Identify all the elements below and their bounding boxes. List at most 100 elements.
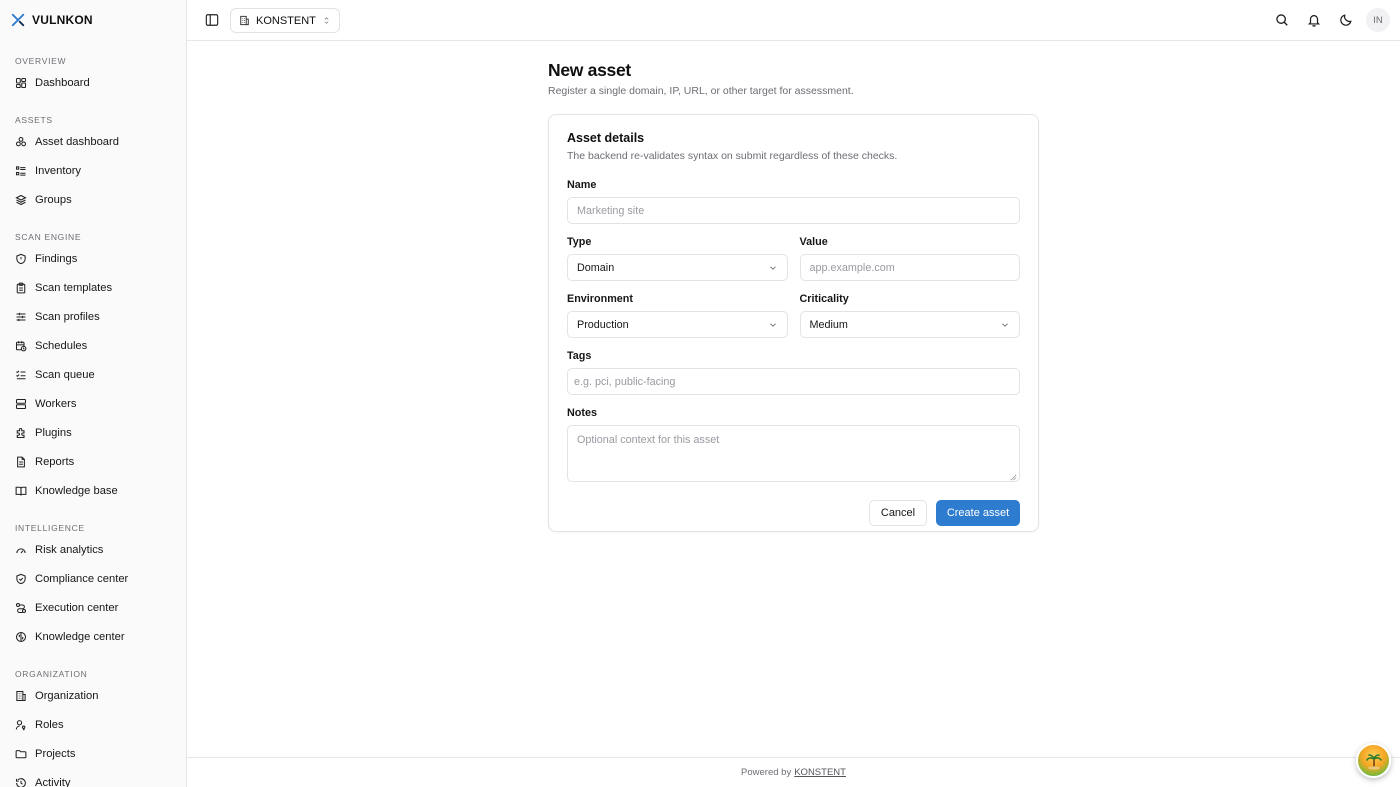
sidebar-item-plugins[interactable]: Plugins [7, 418, 179, 447]
user-key-icon [15, 719, 27, 731]
sidebar-item-label: Groups [35, 193, 72, 206]
criticality-select-value: Medium [809, 318, 848, 331]
puzzle-icon [15, 427, 27, 439]
sidebar-item-label: Findings [35, 252, 78, 265]
chevron-down-icon [768, 263, 778, 273]
theme-toggle-button[interactable] [1334, 8, 1358, 32]
card-description: The backend re-validates syntax on submi… [567, 150, 898, 162]
page-subtitle: Register a single domain, IP, URL, or ot… [548, 85, 854, 97]
user-avatar[interactable]: IN [1366, 8, 1390, 32]
sidebar-item-scan-profiles[interactable]: Scan profiles [7, 302, 179, 331]
notifications-button[interactable] [1302, 8, 1326, 32]
nav-section-overview: OVERVIEW Dashboard [0, 50, 186, 97]
notes-placeholder: Optional context for this asset [577, 434, 720, 446]
footer-prefix: Powered by [741, 767, 792, 778]
calendar-clock-icon [15, 340, 27, 352]
nav-section-assets: ASSETS Asset dashboard Inventory Groups [0, 109, 186, 214]
search-button[interactable] [1270, 8, 1294, 32]
server-icon [15, 398, 27, 410]
nav-section-scan-engine: SCAN ENGINE Findings Scan templates Scan… [0, 226, 186, 505]
sidebar-item-label: Scan templates [35, 281, 113, 294]
sidebar-item-label: Risk analytics [35, 543, 104, 556]
sidebar-item-dashboard[interactable]: Dashboard [7, 68, 179, 97]
section-title: OVERVIEW [15, 56, 67, 66]
tags-input[interactable]: e.g. pci, public-facing [567, 368, 1020, 395]
type-label: Type [567, 236, 592, 248]
section-title: INTELLIGENCE [15, 523, 85, 533]
sidebar-item-inventory[interactable]: Inventory [7, 156, 179, 185]
sidebar-item-projects[interactable]: Projects [7, 739, 179, 768]
type-select[interactable]: Domain [567, 254, 788, 281]
sidebar-item-label: Asset dashboard [35, 135, 119, 148]
sidebar-item-label: Compliance center [35, 572, 129, 585]
sidebar-item-label: Organization [35, 689, 99, 702]
value-input[interactable]: app.example.com [799, 254, 1020, 281]
sidebar-item-reports[interactable]: Reports [7, 447, 179, 476]
page-title: New asset [548, 60, 631, 80]
shield-icon [15, 253, 27, 265]
sidebar-item-activity[interactable]: Activity [7, 768, 179, 787]
sidebar-item-groups[interactable]: Groups [7, 185, 179, 214]
sliders-icon [15, 311, 27, 323]
chevron-down-icon [768, 320, 778, 330]
assistant-launcher-button[interactable] [1356, 743, 1391, 778]
moon-icon [1339, 13, 1353, 27]
top-actions: IN [1270, 8, 1390, 32]
main-content: New asset Register a single domain, IP, … [187, 41, 1400, 757]
shield-check-icon [15, 573, 27, 585]
nav-section-intelligence: INTELLIGENCE Risk analytics Compliance c… [0, 517, 186, 651]
organization-switcher[interactable]: KONSTENT [230, 8, 340, 33]
sidebar-item-compliance-center[interactable]: Compliance center [7, 564, 179, 593]
organization-name: KONSTENT [256, 14, 316, 27]
brand[interactable]: VULNKON [0, 0, 186, 40]
search-icon [1275, 13, 1289, 27]
sidebar-item-scan-templates[interactable]: Scan templates [7, 273, 179, 302]
footer-link[interactable]: KONSTENT [794, 767, 846, 778]
sidebar: VULNKON OVERVIEW Dashboard ASSETS Asset … [0, 0, 187, 787]
sidebar-item-label: Plugins [35, 426, 72, 439]
environment-label: Environment [567, 293, 633, 305]
sidebar-item-label: Workers [35, 397, 77, 410]
resize-handle-icon[interactable] [1010, 472, 1017, 481]
sidebar-item-label: Knowledge center [35, 630, 125, 643]
toggle-sidebar-button[interactable] [203, 11, 221, 29]
environment-select[interactable]: Production [567, 311, 788, 338]
sidebar-item-label: Inventory [35, 164, 82, 177]
sidebar-item-execution-center[interactable]: Execution center [7, 593, 179, 622]
sidebar-item-roles[interactable]: Roles [7, 710, 179, 739]
topbar: KONSTENT IN [187, 0, 1400, 41]
type-select-value: Domain [577, 261, 615, 274]
cancel-button[interactable]: Cancel [869, 500, 927, 526]
sidebar-item-label: Scan profiles [35, 310, 100, 323]
criticality-label: Criticality [799, 293, 849, 305]
sidebar-item-knowledge-base[interactable]: Knowledge base [7, 476, 179, 505]
panel-left-icon [205, 13, 219, 27]
history-icon [15, 777, 27, 787]
sidebar-item-schedules[interactable]: Schedules [7, 331, 179, 360]
card-title: Asset details [567, 131, 645, 145]
vulnkon-logo-icon [11, 13, 25, 27]
sidebar-item-label: Knowledge base [35, 484, 118, 497]
file-text-icon [15, 456, 27, 468]
sidebar-item-findings[interactable]: Findings [7, 244, 179, 273]
sidebar-item-organization[interactable]: Organization [7, 681, 179, 710]
asset-cluster-icon [15, 136, 27, 148]
criticality-select[interactable]: Medium [799, 311, 1020, 338]
island-avatar-icon [1364, 751, 1384, 771]
nav-section-organization: ORGANIZATION Organization Roles Projects… [0, 663, 186, 787]
brain-icon [15, 631, 27, 643]
sidebar-item-risk-analytics[interactable]: Risk analytics [7, 535, 179, 564]
layers-icon [15, 194, 27, 206]
name-input[interactable]: Marketing site [567, 197, 1020, 224]
inventory-list-icon [15, 165, 27, 177]
sidebar-item-label: Execution center [35, 601, 119, 614]
notes-textarea[interactable]: Optional context for this asset [567, 425, 1020, 482]
sidebar-item-knowledge-center[interactable]: Knowledge center [7, 622, 179, 651]
sidebar-item-asset-dashboard[interactable]: Asset dashboard [7, 127, 179, 156]
name-label: Name [567, 179, 597, 191]
create-asset-button[interactable]: Create asset [936, 500, 1020, 526]
chevron-down-icon [1000, 320, 1010, 330]
sidebar-item-workers[interactable]: Workers [7, 389, 179, 418]
tags-label: Tags [567, 350, 592, 362]
sidebar-item-scan-queue[interactable]: Scan queue [7, 360, 179, 389]
